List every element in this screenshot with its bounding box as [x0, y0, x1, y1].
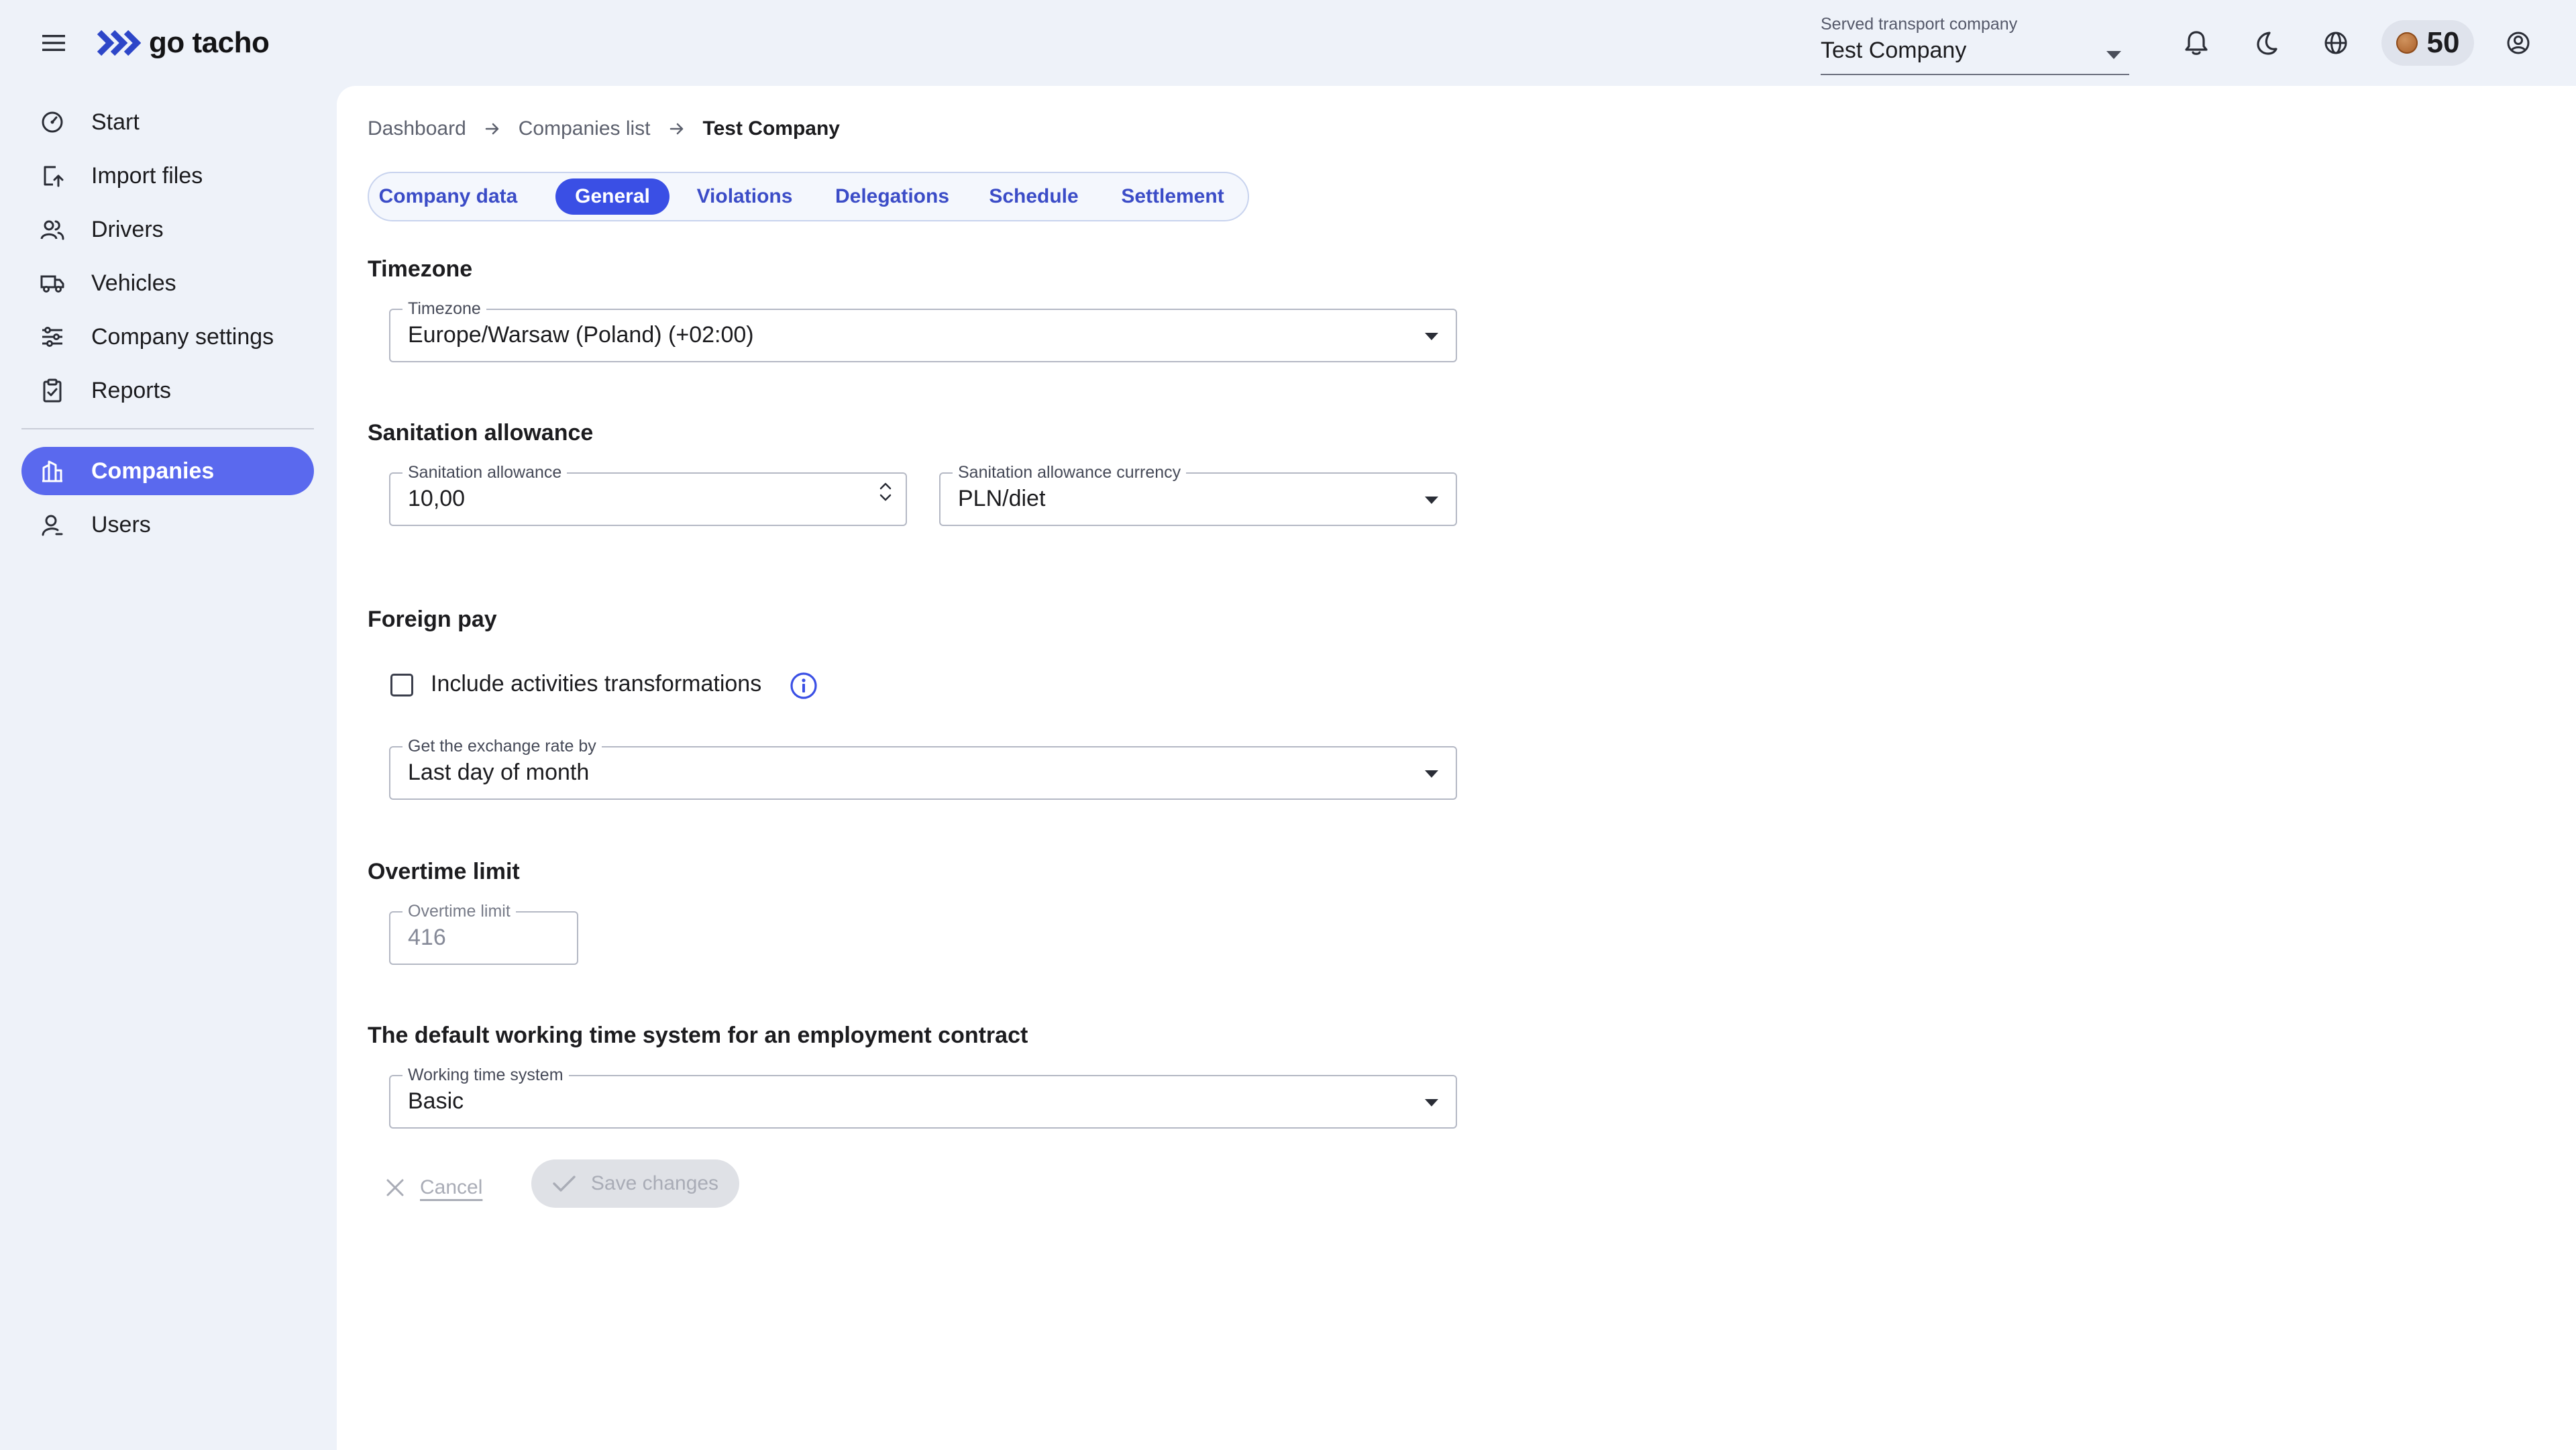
main-content: Dashboard Companies list Test Company Co…: [337, 86, 2576, 1450]
arrow-right-icon: [669, 122, 684, 136]
gauge-icon: [40, 110, 64, 134]
sanitation-allowance-input[interactable]: Sanitation allowance 10,00: [389, 462, 907, 526]
field-value: 416: [408, 925, 446, 950]
field-label: Timezone: [402, 299, 486, 319]
coin-icon: [2396, 32, 2418, 54]
buildings-icon: [40, 459, 64, 483]
caret-down-icon: [1425, 497, 1438, 504]
sidebar-item-reports[interactable]: Reports: [21, 366, 314, 415]
section-title-foreign-pay: Foreign pay: [368, 607, 497, 632]
bell-icon[interactable]: [2180, 27, 2212, 59]
caret-down-icon: [1425, 1099, 1438, 1106]
save-changes-label: Save changes: [590, 1172, 719, 1194]
cancel-button[interactable]: Cancel: [385, 1168, 482, 1208]
tab-general[interactable]: General: [555, 178, 669, 215]
field-label: Sanitation allowance: [402, 462, 568, 482]
sidebar-divider: [21, 428, 314, 429]
field-value: Europe/Warsaw (Poland) (+02:00): [408, 322, 754, 348]
sidebar-item-label: Reports: [91, 377, 172, 403]
sidebar-item-label: Company settings: [91, 323, 274, 350]
logo[interactable]: go tacho: [97, 23, 270, 63]
sidebar-item-vehicles[interactable]: Vehicles: [21, 259, 314, 307]
sidebar: Start Import files Drivers Vehicles Comp…: [0, 86, 335, 1450]
tab-delegations[interactable]: Delegations: [825, 178, 959, 215]
logo-text: go tacho: [149, 26, 270, 59]
field-value: Basic: [408, 1088, 464, 1114]
menu-icon[interactable]: [38, 27, 70, 59]
save-changes-button[interactable]: Save changes: [531, 1159, 739, 1208]
top-bar: go tacho Served transport company Test C…: [0, 0, 2576, 86]
cancel-label: Cancel: [420, 1176, 483, 1198]
info-icon[interactable]: [789, 671, 818, 701]
language-globe-icon[interactable]: [2320, 27, 2352, 59]
breadcrumb-current: Test Company: [702, 117, 840, 140]
clipboard-icon: [40, 378, 64, 403]
breadcrumb: Dashboard Companies list Test Company: [368, 113, 840, 145]
section-title-timezone: Timezone: [368, 256, 473, 282]
field-value: PLN/diet: [958, 486, 1046, 511]
file-upload-icon: [40, 164, 64, 188]
exchange-rate-select[interactable]: Get the exchange rate by Last day of mon…: [389, 736, 1457, 800]
sidebar-item-users[interactable]: Users: [21, 501, 314, 549]
dark-mode-moon-icon[interactable]: [2250, 27, 2282, 59]
chevron-down-icon[interactable]: [879, 494, 892, 502]
truck-icon: [40, 271, 64, 295]
tab-schedule[interactable]: Schedule: [977, 178, 1091, 215]
coins-badge[interactable]: 50: [2381, 20, 2474, 66]
breadcrumb-companies-list[interactable]: Companies list: [519, 117, 651, 140]
breadcrumb-dashboard[interactable]: Dashboard: [368, 117, 466, 140]
sidebar-item-import-files[interactable]: Import files: [21, 152, 314, 200]
served-company-value: Test Company: [1821, 38, 1967, 63]
caret-down-icon: [1425, 770, 1438, 778]
sidebar-item-label: Start: [91, 109, 140, 135]
chevron-up-icon[interactable]: [879, 482, 892, 490]
tab-company-data[interactable]: Company data: [378, 178, 518, 215]
sliders-icon: [40, 325, 64, 349]
check-icon: [553, 1176, 576, 1192]
logo-chevrons-icon: [97, 30, 141, 56]
number-stepper[interactable]: [879, 482, 892, 502]
people-icon: [40, 217, 64, 242]
field-label: Get the exchange rate by: [402, 736, 602, 756]
user-icon: [40, 513, 64, 537]
section-title-sanitation: Sanitation allowance: [368, 420, 594, 446]
served-company-label: Served transport company: [1821, 15, 2018, 34]
account-avatar-icon[interactable]: [2502, 27, 2534, 59]
coin-count: 50: [2426, 26, 2460, 59]
caret-down-icon: [1425, 333, 1438, 340]
section-title-overtime: Overtime limit: [368, 859, 520, 884]
arrow-right-icon: [485, 122, 500, 136]
field-label: Overtime limit: [402, 901, 516, 921]
sidebar-item-drivers[interactable]: Drivers: [21, 205, 314, 254]
tab-bar: Company data General Violations Delegati…: [368, 172, 1249, 221]
sidebar-item-label: Import files: [91, 162, 203, 189]
include-transformations-checkbox[interactable]: [390, 674, 413, 696]
served-company-select[interactable]: Served transport company Test Company: [1821, 11, 2129, 75]
field-value: Last day of month: [408, 760, 590, 785]
field-label: Sanitation allowance currency: [953, 462, 1187, 482]
section-title-working-time: The default working time system for an e…: [368, 1023, 1028, 1048]
sidebar-item-start[interactable]: Start: [21, 98, 314, 146]
working-time-system-select[interactable]: Working time system Basic: [389, 1065, 1457, 1129]
sidebar-item-label: Users: [91, 511, 151, 537]
sidebar-item-companies[interactable]: Companies: [21, 447, 314, 495]
sidebar-item-label: Vehicles: [91, 270, 176, 296]
close-icon: [386, 1179, 404, 1196]
overtime-limit-input: Overtime limit 416: [389, 901, 578, 965]
field-label: Working time system: [402, 1065, 569, 1085]
sanitation-currency-select[interactable]: Sanitation allowance currency PLN/diet: [939, 462, 1457, 526]
tab-settlement[interactable]: Settlement: [1112, 178, 1233, 215]
tab-violations[interactable]: Violations: [684, 178, 805, 215]
field-value: 10,00: [408, 486, 466, 511]
sidebar-item-label: Drivers: [91, 216, 164, 242]
include-transformations-label[interactable]: Include activities transformations: [431, 671, 761, 697]
sidebar-item-company-settings[interactable]: Company settings: [21, 313, 314, 361]
caret-down-icon: [2106, 51, 2121, 59]
timezone-select[interactable]: Timezone Europe/Warsaw (Poland) (+02:00): [389, 299, 1457, 362]
sidebar-item-label: Companies: [91, 458, 215, 484]
